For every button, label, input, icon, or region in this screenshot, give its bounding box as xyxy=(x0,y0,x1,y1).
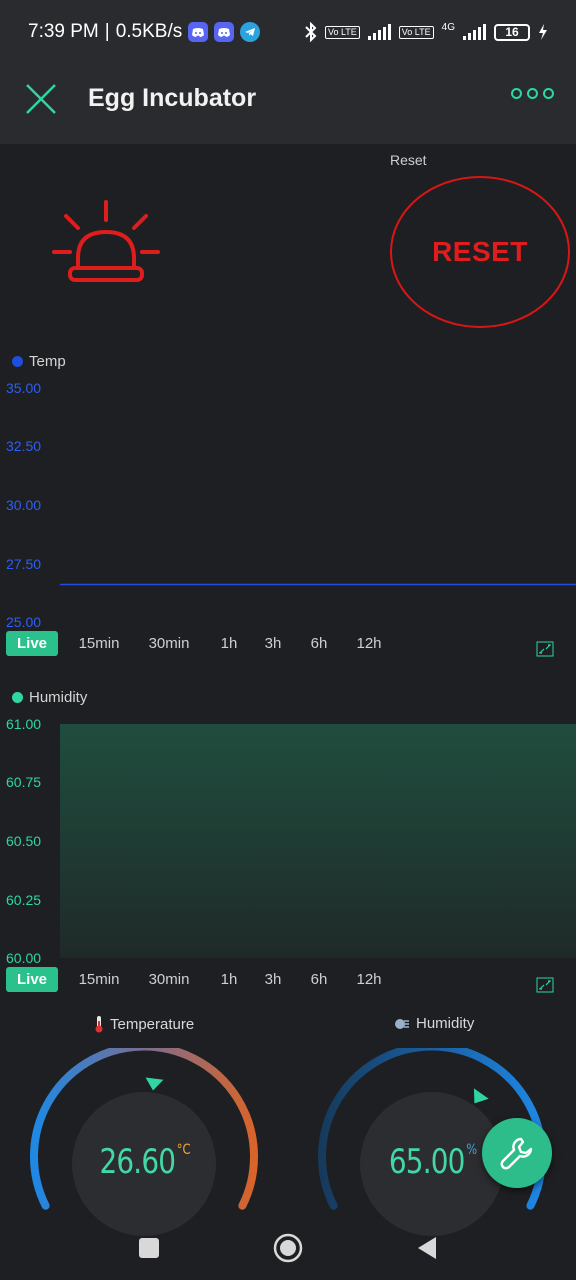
wrench-icon xyxy=(500,1137,533,1170)
temp-tab-30min[interactable]: 30min xyxy=(146,631,192,656)
humidity-tab-6h[interactable]: 6h xyxy=(310,967,328,992)
humidity-ytick: 60.25 xyxy=(6,892,42,908)
humidity-tab-3h[interactable]: 3h xyxy=(264,967,282,992)
humidity-expand-icon[interactable] xyxy=(536,977,554,993)
status-time: 7:39 PM xyxy=(28,21,99,42)
temp-tab-1h[interactable]: 1h xyxy=(220,631,238,656)
temperature-value: 26.60 xyxy=(99,1142,176,1182)
humidity-tab-1h[interactable]: 1h xyxy=(220,967,238,992)
back-icon[interactable] xyxy=(415,1236,439,1260)
more-options-icon[interactable] xyxy=(511,88,554,99)
status-speed: 0.5KB/s xyxy=(115,21,183,42)
humidity-ytick: 60.75 xyxy=(6,774,42,790)
temp-tab-15min[interactable]: 15min xyxy=(76,631,122,656)
humidity-ytick: 61.00 xyxy=(6,716,42,732)
temp-ytick: 25.00 xyxy=(6,614,42,630)
humidity-tab-15min[interactable]: 15min xyxy=(76,967,122,992)
temp-time-tabs: Live 15min 30min 1h 3h 6h 12h xyxy=(6,631,382,656)
humidity-gauge-title: Humidity xyxy=(394,1015,474,1032)
bluetooth-icon xyxy=(305,22,317,42)
humidity-icon xyxy=(395,1018,409,1029)
humidity-legend-dot xyxy=(12,692,23,703)
discord-icon xyxy=(214,22,235,42)
telegram-icon xyxy=(240,22,261,42)
temp-ytick: 32.50 xyxy=(6,438,42,454)
humidity-tab-30min[interactable]: 30min xyxy=(146,967,192,992)
humidity-ytick: 60.00 xyxy=(6,950,42,966)
temp-tab-live[interactable]: Live xyxy=(6,631,58,656)
volte-badge: Vo LTE xyxy=(324,25,360,39)
settings-wrench-button[interactable] xyxy=(482,1118,552,1188)
signal-icon xyxy=(367,24,391,40)
status-bar: 7:39 PM | 0.5KB/s Vo LTE Vo LTE 4G 16 xyxy=(0,0,576,64)
thermometer-icon xyxy=(95,1016,103,1033)
humidity-title-label: Humidity xyxy=(416,1015,475,1032)
humidity-time-tabs: Live 15min 30min 1h 3h 6h 12h xyxy=(6,967,382,992)
humidity-chart-legend: Humidity xyxy=(12,689,87,706)
temp-tab-12h[interactable]: 12h xyxy=(356,631,382,656)
volte-badge: Vo LTE xyxy=(398,25,434,39)
signal-icon xyxy=(463,24,486,40)
humidity-ytick: 60.50 xyxy=(6,833,42,849)
temp-chart[interactable] xyxy=(60,388,576,622)
battery-icon: 16 xyxy=(494,23,530,41)
status-separator: | xyxy=(104,21,110,42)
humidity-series-area xyxy=(60,724,576,958)
humidity-chart[interactable] xyxy=(60,724,576,958)
app-title: Egg Incubator xyxy=(88,84,257,112)
battery-level: 16 xyxy=(505,25,519,39)
network-type: 4G xyxy=(441,22,455,33)
temp-expand-icon[interactable] xyxy=(536,641,554,657)
temperature-gauge-pointer xyxy=(145,1077,164,1091)
humidity-tab-12h[interactable]: 12h xyxy=(356,967,382,992)
humidity-tab-live[interactable]: Live xyxy=(6,967,58,992)
app-bar: Egg Incubator xyxy=(0,64,576,144)
temp-tab-6h[interactable]: 6h xyxy=(310,631,328,656)
temp-tab-3h[interactable]: 3h xyxy=(264,631,282,656)
status-right: Vo LTE Vo LTE 4G 16 xyxy=(305,22,548,42)
system-nav-bar xyxy=(0,1216,576,1280)
alarm-light-icon xyxy=(52,200,160,282)
reset-label: Reset xyxy=(390,152,427,168)
temperature-title-label: Temperature xyxy=(110,1015,195,1033)
temp-ytick: 30.00 xyxy=(6,497,42,513)
humidity-value: 65.00 xyxy=(388,1142,466,1182)
temperature-gauge-value: 26.60 °C xyxy=(75,1142,214,1182)
charging-icon xyxy=(539,24,547,40)
discord-icon xyxy=(188,22,209,42)
temp-chart-legend: Temp xyxy=(12,353,66,370)
humidity-unit: % xyxy=(466,1142,478,1158)
reset-button-label: RESET xyxy=(432,236,528,267)
recents-icon[interactable] xyxy=(137,1236,161,1260)
reset-button[interactable]: RESET xyxy=(390,176,570,328)
humidity-gauge-pointer xyxy=(473,1088,489,1104)
status-left: 7:39 PM | 0.5KB/s xyxy=(28,21,261,43)
temp-ytick: 35.00 xyxy=(6,380,42,396)
temp-legend-label: Temp xyxy=(29,353,66,370)
temp-legend-dot xyxy=(12,356,23,367)
temperature-unit: °C xyxy=(176,1142,191,1158)
humidity-legend-label: Humidity xyxy=(29,689,88,706)
home-icon[interactable] xyxy=(273,1233,303,1263)
close-icon[interactable] xyxy=(24,82,58,116)
temp-ytick: 27.50 xyxy=(6,556,42,572)
temperature-gauge-title: Temperature xyxy=(94,1015,194,1033)
